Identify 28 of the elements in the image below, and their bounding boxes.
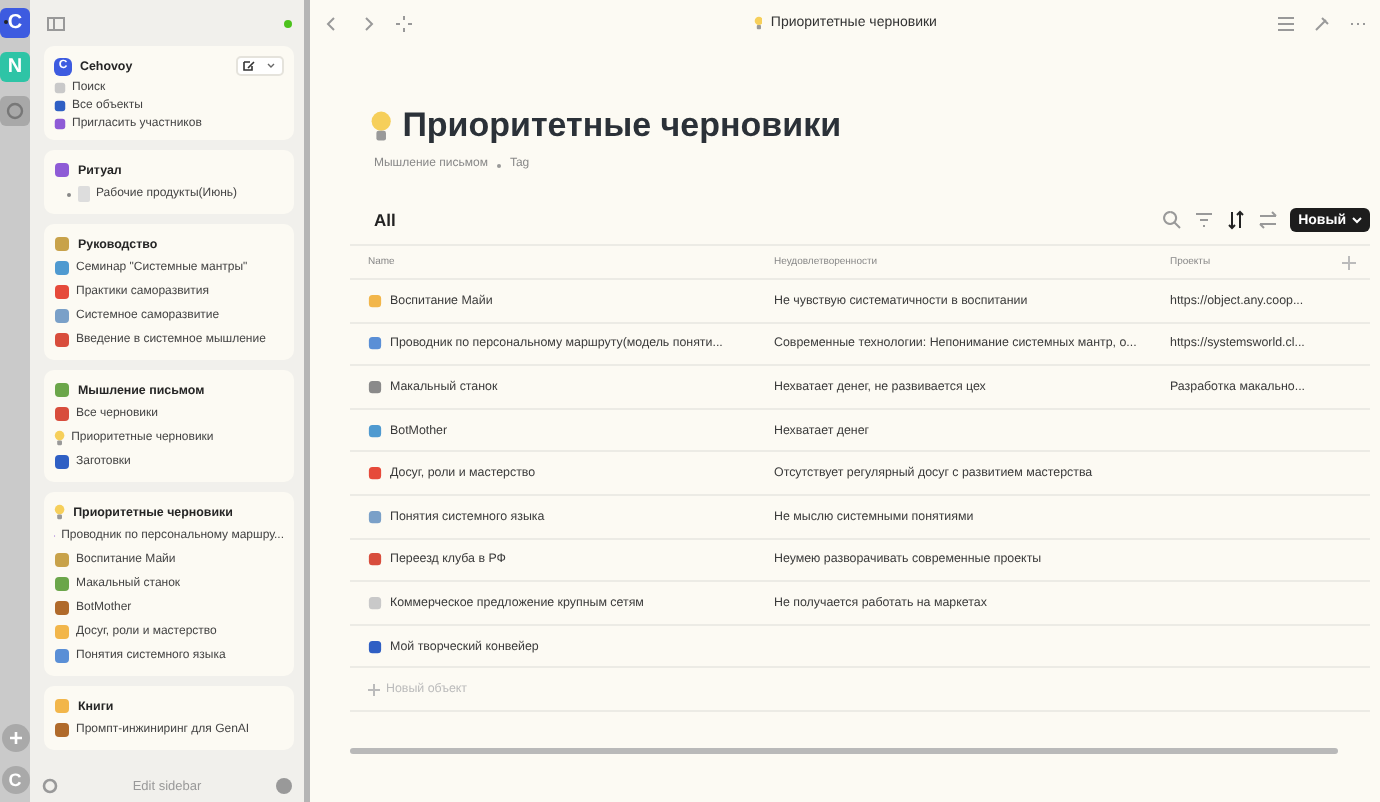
plus-icon: [7, 730, 23, 746]
lightbulb-icon: [753, 16, 763, 30]
sort-icon[interactable]: [1226, 210, 1247, 230]
settings-icon[interactable]: [42, 778, 58, 794]
help-icon[interactable]: [275, 778, 292, 794]
pin-icon[interactable]: [1312, 13, 1332, 33]
add-column-icon[interactable]: [1342, 255, 1356, 269]
sidebar-toggle-icon[interactable]: [46, 13, 66, 33]
space-tile[interactable]: C: [0, 8, 30, 38]
page-title: Приоритетные черновики: [402, 106, 842, 146]
lightbulb-icon: [54, 504, 66, 520]
lightbulb-icon: [370, 110, 393, 142]
add-space-button[interactable]: [1, 724, 29, 752]
list-icon[interactable]: [1276, 13, 1296, 33]
search-icon[interactable]: [1162, 210, 1183, 230]
compose-icon[interactable]: [236, 56, 284, 76]
filter-icon[interactable]: [1194, 210, 1215, 230]
lightbulb-icon: [54, 430, 66, 446]
horizontal-scrollbar[interactable]: [350, 747, 1338, 754]
graph-icon[interactable]: [394, 13, 414, 33]
view-tab[interactable]: All: [374, 210, 396, 230]
plus-icon: [368, 683, 380, 696]
bullet-icon[interactable]: [66, 191, 72, 197]
status-dot-icon: [284, 19, 292, 27]
caret-icon: [1352, 216, 1362, 224]
swap-icon[interactable]: [1258, 210, 1279, 230]
gear-icon[interactable]: [0, 96, 30, 126]
document-icon: [78, 186, 90, 202]
